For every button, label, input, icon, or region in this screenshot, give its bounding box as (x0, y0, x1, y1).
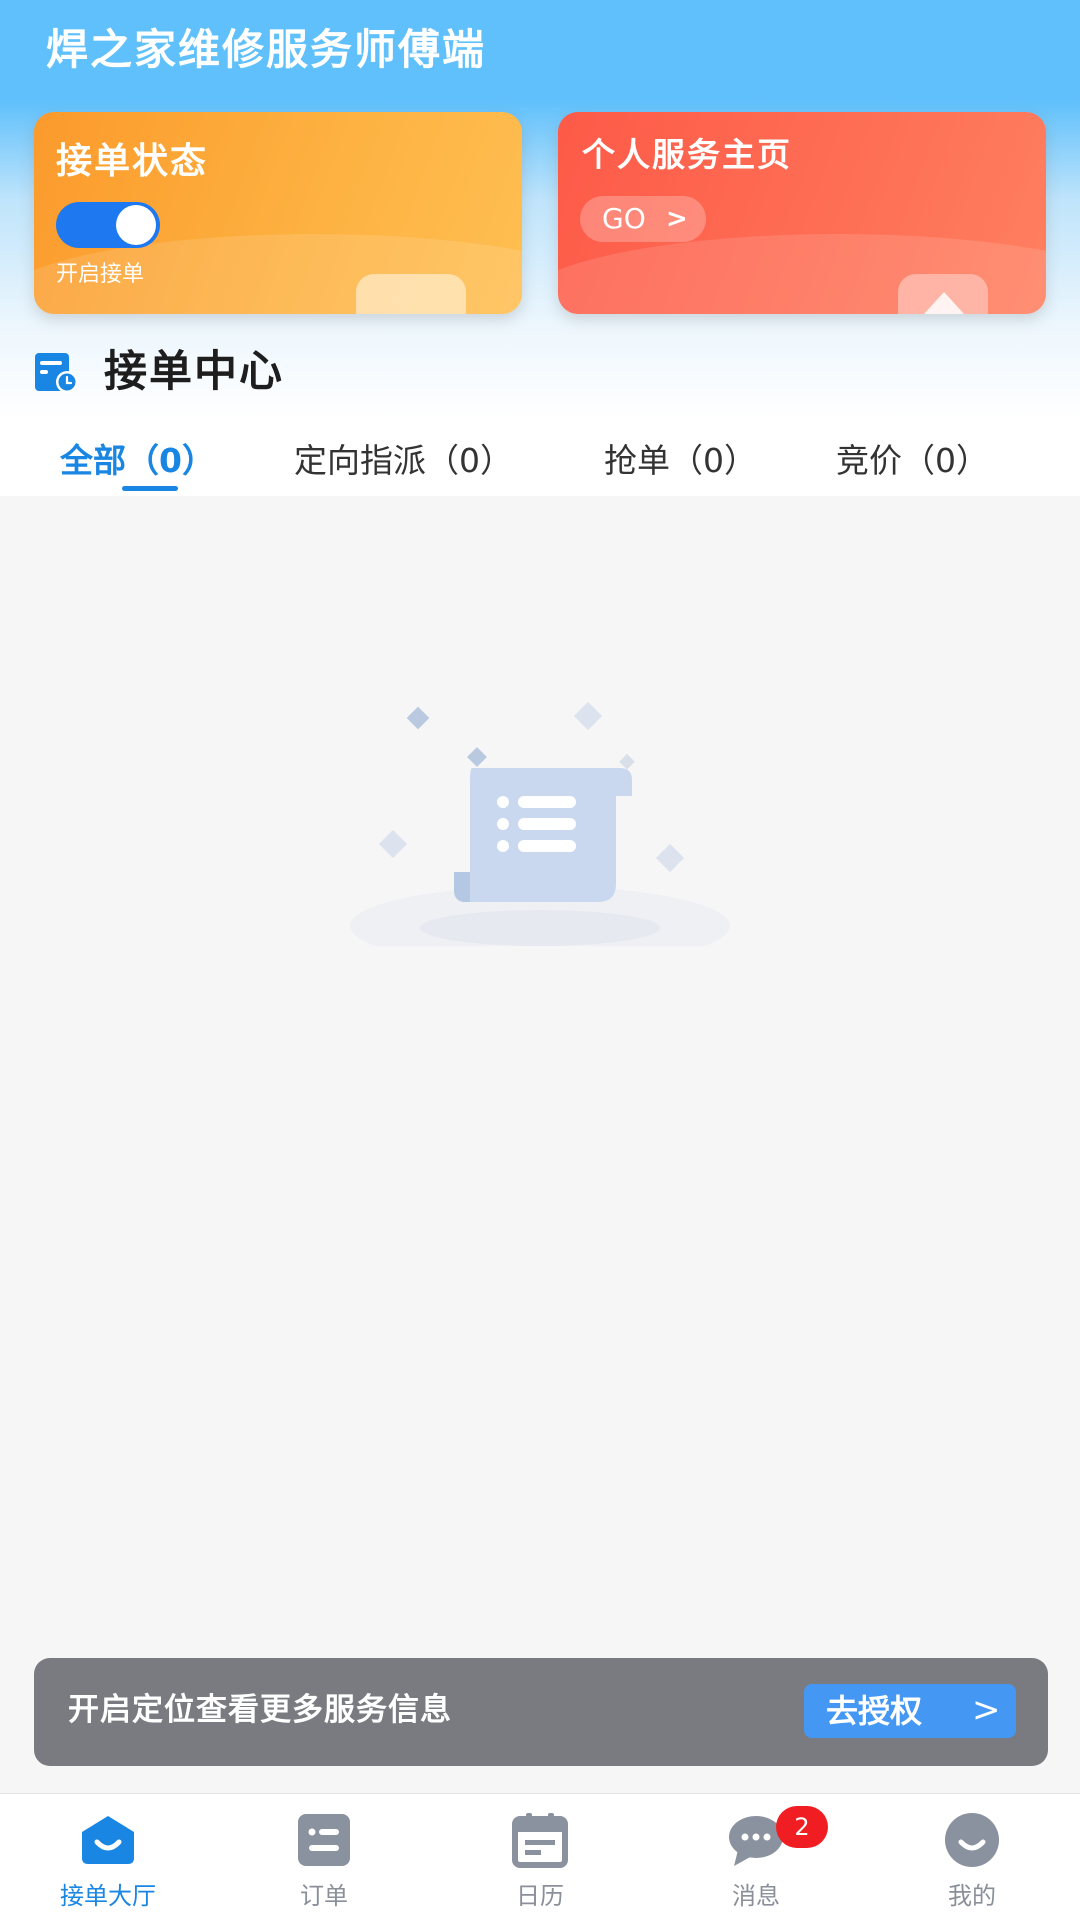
order-status-card: 接单状态 开启接单 (34, 112, 522, 314)
unread-badge: 2 (776, 1806, 828, 1848)
empty-scroll-icon (350, 701, 730, 946)
calendar-icon (512, 1813, 568, 1868)
nav-label-profile: 我的 (948, 1882, 996, 1910)
nav-item-hall[interactable]: 接单大厅 (0, 1794, 216, 1920)
profile-icon (945, 1813, 999, 1867)
nav-item-orders[interactable]: 订单 (216, 1794, 432, 1920)
authorize-label: 去授权 (826, 1692, 923, 1730)
tab-grab[interactable]: 抢单（0） (604, 434, 757, 482)
location-permission-bar: 开启定位查看更多服务信息 去授权 > (34, 1658, 1048, 1766)
tab-directed[interactable]: 定向指派（0） (294, 434, 513, 482)
nav-label-calendar: 日历 (516, 1882, 564, 1910)
toggle-knob (116, 205, 156, 245)
nav-label-messages: 消息 (732, 1882, 780, 1910)
personal-homepage-title: 个人服务主页 (582, 135, 792, 174)
location-prompt-text: 开启定位查看更多服务信息 (68, 1692, 452, 1728)
go-button[interactable]: GO > (580, 196, 706, 242)
accept-orders-label: 开启接单 (56, 262, 145, 287)
nav-item-profile[interactable]: 我的 (864, 1794, 1080, 1920)
card-decoration (356, 274, 466, 314)
active-tab-indicator (122, 486, 178, 491)
personal-homepage-card[interactable]: 个人服务主页 GO > (558, 112, 1046, 314)
go-label: GO (602, 202, 646, 235)
order-clock-icon (35, 353, 78, 393)
order-list-icon (298, 1814, 350, 1866)
card-triangle-decoration (924, 292, 964, 314)
nav-label-orders: 订单 (300, 1882, 348, 1910)
tab-all[interactable]: 全部（0） (60, 434, 215, 482)
chevron-right-icon: > (666, 204, 688, 234)
hall-icon (82, 1816, 134, 1864)
authorize-button[interactable]: 去授权 > (804, 1684, 1016, 1738)
nav-label-hall: 接单大厅 (60, 1882, 156, 1910)
order-status-title: 接单状态 (56, 141, 209, 182)
accept-orders-toggle[interactable] (56, 202, 160, 248)
app-title: 焊之家维修服务师傅端 (46, 25, 487, 74)
nav-item-calendar[interactable]: 日历 (432, 1794, 648, 1920)
tab-bidding[interactable]: 竞价（0） (836, 434, 989, 482)
bottom-navigation: 接单大厅 订单 日历 2 消息 我的 (0, 1793, 1080, 1920)
order-center-title: 接单中心 (104, 347, 284, 397)
nav-item-messages[interactable]: 2 消息 (648, 1794, 864, 1920)
chevron-right-icon: > (972, 1690, 1001, 1730)
order-tabs: 全部（0） 定向指派（0） 抢单（0） 竞价（0） (0, 420, 1080, 496)
